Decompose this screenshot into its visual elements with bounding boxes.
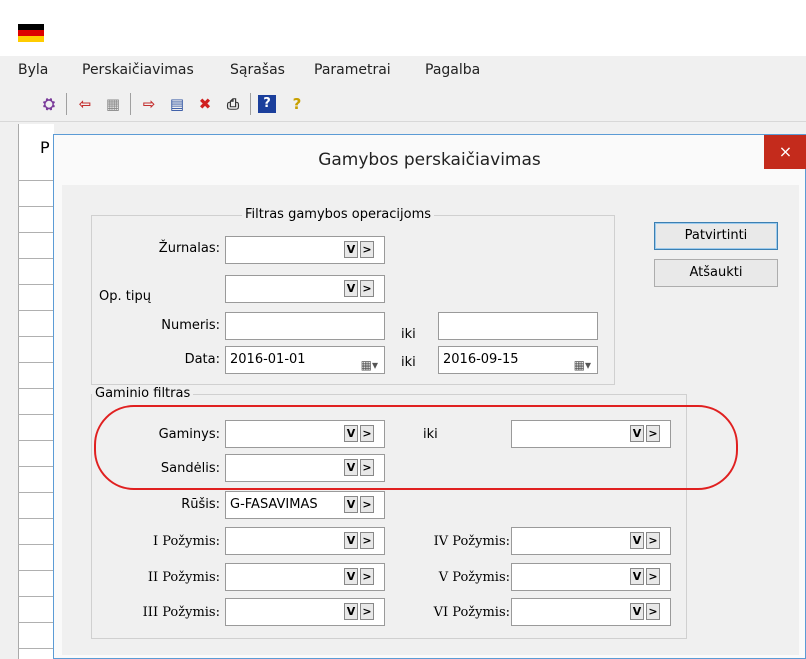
app-flag-icon bbox=[18, 24, 44, 42]
attr2-input[interactable]: V > bbox=[225, 563, 385, 591]
menu-byla[interactable]: Byla bbox=[18, 62, 48, 78]
about-icon[interactable]: ? bbox=[286, 93, 308, 115]
date-to-value: 2016-09-15 bbox=[443, 352, 519, 367]
kind-value: G-FASAVIMAS bbox=[230, 497, 318, 512]
attr2-next-button[interactable]: > bbox=[360, 568, 374, 585]
number-iki-label: iki bbox=[401, 327, 416, 342]
grid-line bbox=[18, 310, 54, 311]
optype-input[interactable]: V > bbox=[225, 275, 385, 303]
import-icon[interactable]: ⇦ bbox=[74, 93, 96, 115]
optype-label: Op. tipų bbox=[99, 289, 151, 304]
attr5-label: V Požymis: bbox=[438, 570, 510, 585]
attr4-next-button[interactable]: > bbox=[646, 532, 660, 549]
product-filter-legend: Gaminio filtras bbox=[92, 386, 194, 401]
calendar-dropdown-icon[interactable]: ▦▾ bbox=[574, 352, 591, 378]
operations-filter-legend: Filtras gamybos operacijoms bbox=[242, 207, 435, 222]
journal-dropdown-button[interactable]: V bbox=[344, 241, 358, 258]
attr3-input[interactable]: V > bbox=[225, 598, 385, 626]
toolbar-separator bbox=[250, 93, 251, 115]
number-from-input[interactable] bbox=[225, 312, 385, 340]
grid-line bbox=[18, 206, 54, 207]
close-button[interactable]: × bbox=[764, 135, 806, 169]
number-label: Numeris: bbox=[161, 318, 220, 333]
date-from-value: 2016-01-01 bbox=[230, 352, 306, 367]
grid-column-header: P bbox=[40, 138, 50, 157]
attr6-label: VI Požymis: bbox=[433, 605, 510, 620]
optype-dropdown-button[interactable]: V bbox=[344, 280, 358, 297]
toolbar-separator bbox=[130, 93, 131, 115]
attr5-input[interactable]: V > bbox=[511, 563, 671, 591]
attr6-input[interactable]: V > bbox=[511, 598, 671, 626]
export-icon[interactable]: ⇨ bbox=[138, 93, 160, 115]
attr4-input[interactable]: V > bbox=[511, 527, 671, 555]
toolbar-separator bbox=[66, 93, 67, 115]
grid-line bbox=[18, 544, 54, 545]
background-grid bbox=[18, 124, 54, 659]
kind-dropdown-button[interactable]: V bbox=[344, 496, 358, 513]
red-highlight-ellipse bbox=[94, 405, 738, 490]
attr5-dropdown-button[interactable]: V bbox=[630, 568, 644, 585]
grid-icon[interactable]: ▦ bbox=[102, 93, 124, 115]
number-to-input[interactable] bbox=[438, 312, 598, 340]
grid-line bbox=[18, 492, 54, 493]
menu-pagalba[interactable]: Pagalba bbox=[425, 62, 480, 78]
grid-line bbox=[18, 414, 54, 415]
help-icon[interactable]: ? bbox=[258, 95, 276, 113]
grid-line bbox=[18, 258, 54, 259]
journal-label: Žurnalas: bbox=[158, 241, 220, 256]
attr1-label: I Požymis: bbox=[152, 534, 220, 549]
attr3-dropdown-button[interactable]: V bbox=[344, 603, 358, 620]
attr6-next-button[interactable]: > bbox=[646, 603, 660, 620]
journal-next-button[interactable]: > bbox=[360, 241, 374, 258]
journal-input[interactable]: V > bbox=[225, 236, 385, 264]
grid-line bbox=[18, 362, 54, 363]
date-to-picker[interactable]: 2016-09-15 ▦▾ bbox=[438, 346, 598, 374]
grid-line bbox=[18, 336, 54, 337]
date-label: Data: bbox=[184, 352, 220, 367]
menu-perskaiciavimas[interactable]: Perskaičiavimas bbox=[82, 62, 194, 78]
attr3-next-button[interactable]: > bbox=[360, 603, 374, 620]
grid-line bbox=[18, 440, 54, 441]
attr3-label: III Požymis: bbox=[142, 605, 220, 620]
menu-parametrai[interactable]: Parametrai bbox=[314, 62, 391, 78]
delete-icon[interactable]: ✖ bbox=[194, 93, 216, 115]
attr2-dropdown-button[interactable]: V bbox=[344, 568, 358, 585]
attr4-label: IV Požymis: bbox=[433, 534, 510, 549]
grid-line bbox=[18, 232, 54, 233]
date-iki-label: iki bbox=[401, 355, 416, 370]
attr5-next-button[interactable]: > bbox=[646, 568, 660, 585]
grid-line bbox=[18, 622, 54, 623]
calendar-dropdown-icon[interactable]: ▦▾ bbox=[361, 352, 378, 378]
date-from-picker[interactable]: 2016-01-01 ▦▾ bbox=[225, 346, 385, 374]
form-icon[interactable]: ▤ bbox=[166, 93, 188, 115]
grid-line bbox=[18, 180, 54, 181]
dialog-title: Gamybos perskaičiavimas bbox=[318, 150, 541, 170]
attr6-dropdown-button[interactable]: V bbox=[630, 603, 644, 620]
kind-input[interactable]: G-FASAVIMAS V > bbox=[225, 491, 385, 519]
kind-label: Rūšis: bbox=[181, 497, 220, 512]
attr1-next-button[interactable]: > bbox=[360, 532, 374, 549]
grid-line bbox=[18, 284, 54, 285]
cancel-button[interactable]: Atšaukti bbox=[654, 259, 778, 287]
attr1-input[interactable]: V > bbox=[225, 527, 385, 555]
grid-line bbox=[18, 648, 54, 649]
grid-line bbox=[18, 388, 54, 389]
confirm-button[interactable]: Patvirtinti bbox=[654, 222, 778, 250]
main-title-bar bbox=[0, 0, 806, 56]
grid-line bbox=[18, 570, 54, 571]
preview-icon[interactable]: ⎙ bbox=[222, 93, 244, 115]
grid-line bbox=[18, 596, 54, 597]
attr1-dropdown-button[interactable]: V bbox=[344, 532, 358, 549]
optype-next-button[interactable]: > bbox=[360, 280, 374, 297]
kind-next-button[interactable]: > bbox=[360, 496, 374, 513]
attr4-dropdown-button[interactable]: V bbox=[630, 532, 644, 549]
open-icon[interactable]: ⛭ bbox=[38, 93, 60, 115]
attr2-label: II Požymis: bbox=[147, 570, 220, 585]
menu-sarasas[interactable]: Sąrašas bbox=[230, 62, 285, 78]
grid-line bbox=[18, 466, 54, 467]
grid-line bbox=[18, 518, 54, 519]
